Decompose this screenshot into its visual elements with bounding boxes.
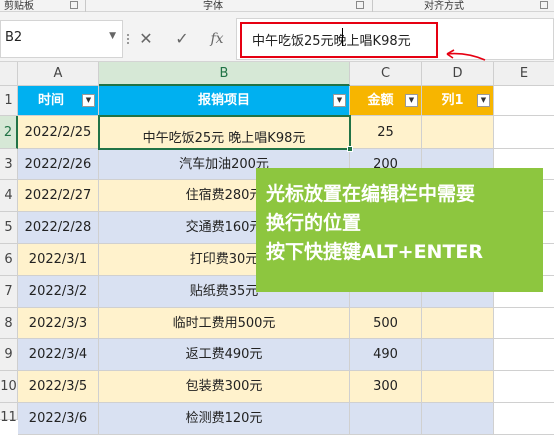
table-header-label: 金额 [367, 93, 394, 108]
ribbon-group-font[interactable]: 字体 [203, 0, 223, 12]
row-header[interactable]: 10 [0, 371, 18, 403]
empty-cell[interactable] [494, 339, 554, 371]
item-cell[interactable]: 返工费490元 [99, 339, 350, 371]
row-header[interactable]: 6 [0, 244, 18, 276]
row-header[interactable]: 9 [0, 339, 18, 371]
name-box[interactable]: B2 ▼ [0, 20, 123, 58]
col1-cell[interactable] [422, 116, 494, 149]
ribbon-divider [372, 0, 373, 12]
table-header-label: 报销项目 [197, 93, 250, 108]
amount-cell[interactable]: 500 [350, 308, 422, 339]
table-header-date[interactable]: 时间 ▼ [18, 86, 99, 116]
callout-line-2: 换行的位置 [266, 212, 362, 234]
amount-cell[interactable] [350, 403, 422, 435]
col1-cell[interactable] [422, 308, 494, 339]
item-cell[interactable]: 临时工费用500元 [99, 308, 350, 339]
ribbon-group-clipboard[interactable]: 剪贴板 [4, 0, 34, 12]
chevron-down-icon[interactable]: ▼ [109, 31, 116, 41]
date-cell[interactable]: 2022/2/28 [18, 212, 99, 244]
select-all-corner[interactable] [0, 62, 18, 86]
instruction-callout: 光标放置在编辑栏中需要 换行的位置 按下快捷键ALT+ENTER [256, 168, 543, 292]
date-cell[interactable]: 2022/2/27 [18, 180, 99, 212]
row-header[interactable]: 8 [0, 308, 18, 339]
row-header[interactable]: 1 [0, 86, 18, 116]
row-header[interactable]: 3 [0, 149, 18, 180]
date-cell[interactable]: 2022/2/25 [18, 116, 99, 149]
dialog-launcher-icon[interactable] [70, 1, 78, 9]
enter-icon[interactable]: ✓ [171, 29, 193, 48]
amount-cell[interactable]: 490 [350, 339, 422, 371]
col1-cell[interactable] [422, 339, 494, 371]
date-cell[interactable]: 2022/2/26 [18, 149, 99, 180]
empty-cell[interactable] [494, 116, 554, 149]
item-cell[interactable]: 包装费300元 [99, 371, 350, 403]
empty-cell[interactable] [494, 371, 554, 403]
date-cell[interactable]: 2022/3/1 [18, 244, 99, 276]
row-header[interactable]: 4 [0, 180, 18, 212]
ribbon-group-alignment[interactable]: 对齐方式 [424, 0, 464, 12]
date-cell[interactable]: 2022/3/4 [18, 339, 99, 371]
insert-function-icon[interactable]: fx [206, 31, 228, 47]
callout-line-3-prefix: 按下快捷键 [266, 241, 362, 263]
dialog-launcher-icon[interactable] [540, 1, 548, 9]
filter-dropdown-icon[interactable]: ▼ [333, 94, 346, 107]
column-header-c[interactable]: C [350, 62, 422, 86]
empty-cell[interactable] [494, 308, 554, 339]
fill-handle[interactable] [347, 146, 353, 152]
row-header[interactable]: 11 [0, 403, 18, 425]
pointer-arrow-icon [446, 49, 486, 61]
item-cell[interactable]: 检测费120元 [99, 403, 350, 435]
dialog-launcher-icon[interactable] [356, 1, 364, 9]
empty-cell[interactable] [494, 86, 554, 116]
table-header-label: 列1 [441, 93, 464, 108]
col1-cell[interactable] [422, 371, 494, 403]
date-cell[interactable]: 2022/3/5 [18, 371, 99, 403]
cancel-icon[interactable]: ✕ [135, 29, 157, 48]
row-header[interactable]: 5 [0, 212, 18, 244]
amount-cell[interactable]: 25 [350, 116, 422, 149]
table-header-item[interactable]: 报销项目 ▼ [99, 86, 350, 116]
amount-cell[interactable]: 300 [350, 371, 422, 403]
col1-cell[interactable] [422, 403, 494, 435]
date-cell[interactable]: 2022/3/3 [18, 308, 99, 339]
date-cell[interactable]: 2022/3/6 [18, 403, 99, 435]
formula-bar-grip-icon[interactable] [127, 22, 129, 56]
row-header[interactable]: 2 [0, 116, 18, 149]
table-header-col1[interactable]: 列1 ▼ [422, 86, 494, 116]
shortcut-key: ALT+ENTER [361, 241, 484, 263]
ribbon-group-strip: 剪贴板 字体 对齐方式 [0, 0, 554, 12]
ribbon-divider [85, 0, 86, 12]
empty-cell[interactable] [494, 403, 554, 435]
row-header[interactable]: 7 [0, 276, 18, 308]
column-header-e[interactable]: E [494, 62, 554, 86]
active-cell-border [98, 115, 351, 150]
date-cell[interactable]: 2022/3/2 [18, 276, 99, 308]
table-header-label: 时间 [37, 93, 64, 108]
filter-dropdown-icon[interactable]: ▼ [82, 94, 95, 107]
column-header-d[interactable]: D [422, 62, 494, 86]
column-header-a[interactable]: A [18, 62, 99, 86]
highlight-box [240, 22, 438, 58]
filter-dropdown-icon[interactable]: ▼ [405, 94, 418, 107]
name-box-value: B2 [5, 30, 23, 45]
table-header-amount[interactable]: 金额 ▼ [350, 86, 422, 116]
filter-dropdown-icon[interactable]: ▼ [477, 94, 490, 107]
column-header-b[interactable]: B [99, 62, 350, 86]
callout-line-1: 光标放置在编辑栏中需要 [266, 183, 476, 205]
callout-line-3: 按下快捷键ALT+ENTER [266, 238, 535, 267]
